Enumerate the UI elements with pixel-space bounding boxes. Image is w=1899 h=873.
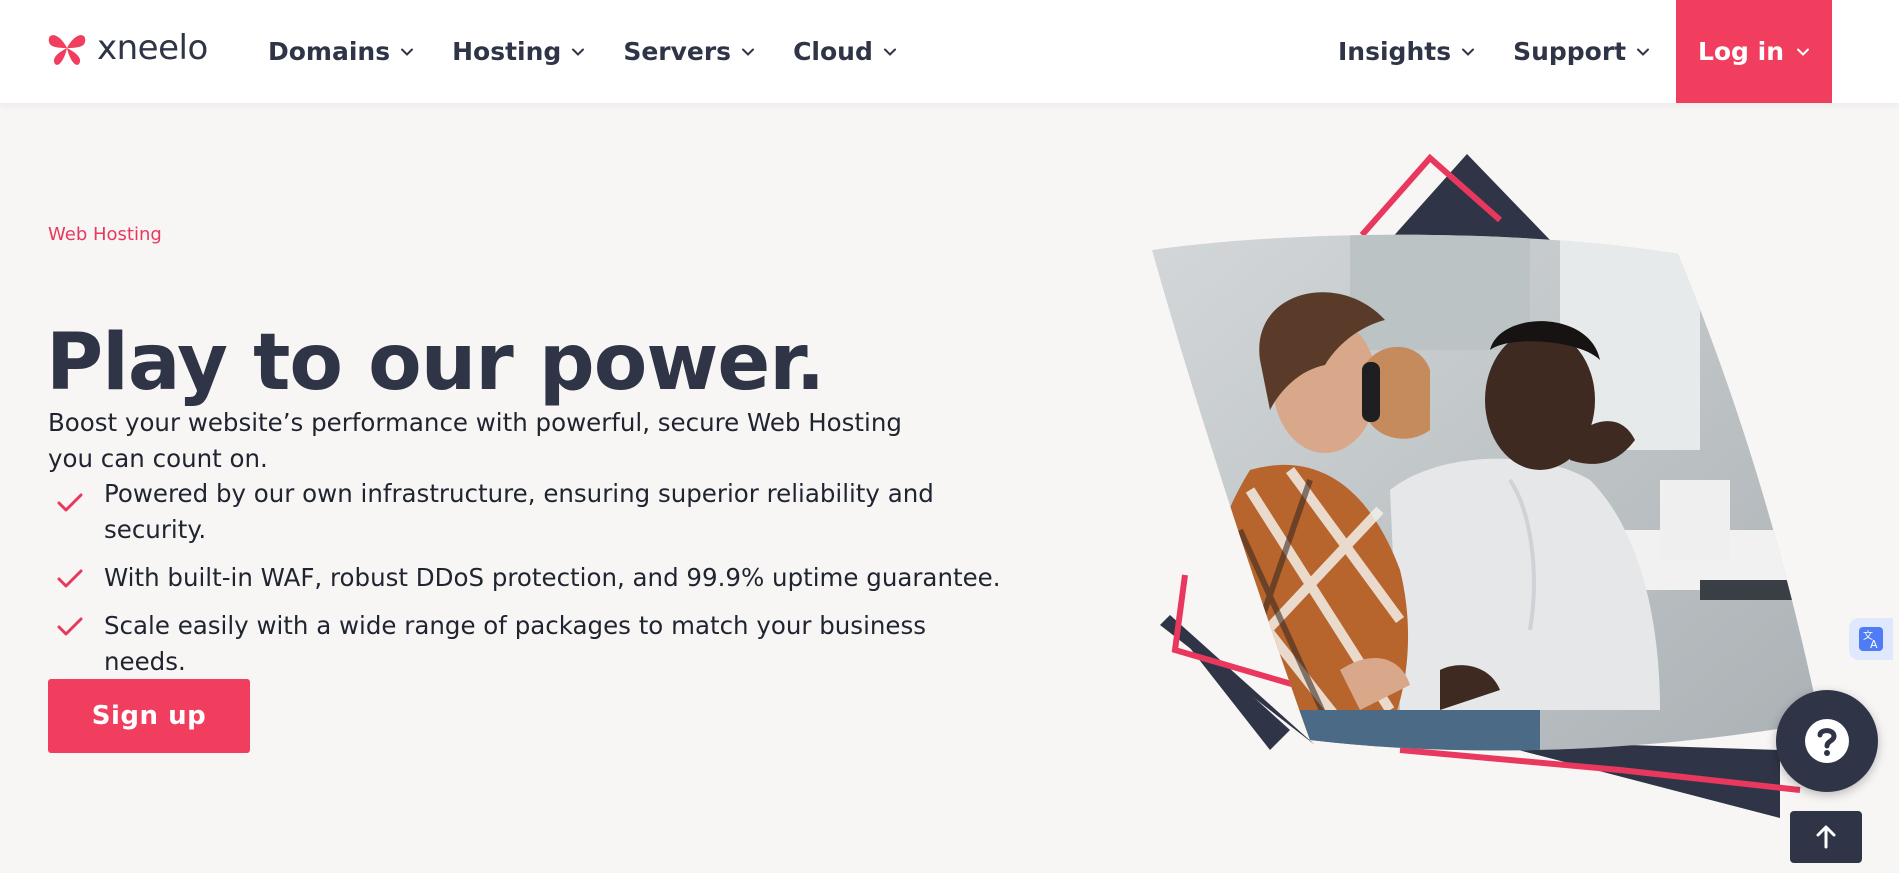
question-mark-icon bbox=[1805, 719, 1849, 763]
check-icon bbox=[57, 493, 83, 512]
help-chat-button[interactable] bbox=[1776, 690, 1878, 792]
hero-subtitle: Boost your website’s performance with po… bbox=[48, 407, 902, 473]
nav-servers[interactable]: Servers bbox=[623, 37, 755, 66]
feature-text: With built-in WAF, robust DDoS protectio… bbox=[104, 563, 1001, 592]
hero-eyebrow: Web Hosting bbox=[48, 224, 162, 245]
hero-photo-composition bbox=[1152, 153, 1820, 818]
nav-servers-label: Servers bbox=[623, 37, 732, 66]
chevron-down-icon bbox=[1637, 48, 1650, 56]
chevron-down-icon bbox=[572, 48, 585, 56]
chevron-down-icon bbox=[401, 48, 414, 56]
feature-item: Powered by our own infrastructure, ensur… bbox=[48, 476, 1008, 548]
hero-headline: Play to our power. bbox=[46, 318, 825, 409]
nav-domains[interactable]: Domains bbox=[268, 37, 414, 66]
arrow-up-icon bbox=[1816, 825, 1836, 849]
nav-hosting[interactable]: Hosting bbox=[452, 37, 585, 66]
xneelo-logo[interactable]: xneelo bbox=[47, 28, 208, 68]
translate-widget-button[interactable]: 文 A bbox=[1849, 618, 1893, 660]
feature-item: Scale easily with a wide range of packag… bbox=[48, 608, 1008, 680]
login-button[interactable]: Log in bbox=[1676, 0, 1832, 103]
check-icon bbox=[57, 569, 83, 588]
check-icon bbox=[57, 617, 83, 636]
nav-domains-label: Domains bbox=[268, 37, 391, 66]
signup-button[interactable]: Sign up bbox=[48, 679, 250, 753]
feature-item: With built-in WAF, robust DDoS protectio… bbox=[48, 560, 1008, 596]
chevron-down-icon bbox=[742, 48, 755, 56]
feature-text: Powered by our own infrastructure, ensur… bbox=[104, 479, 934, 544]
nav-cloud-label: Cloud bbox=[793, 37, 873, 66]
feature-text: Scale easily with a wide range of packag… bbox=[104, 611, 927, 676]
chevron-down-icon bbox=[883, 48, 896, 56]
nav-insights-label: Insights bbox=[1338, 37, 1452, 66]
login-label: Log in bbox=[1697, 37, 1785, 66]
logo-text: xneelo bbox=[97, 28, 208, 68]
feature-list: Powered by our own infrastructure, ensur… bbox=[48, 476, 1008, 692]
nav-cloud[interactable]: Cloud bbox=[793, 37, 897, 66]
chevron-down-icon bbox=[1797, 48, 1810, 56]
nav-support-label: Support bbox=[1513, 37, 1627, 66]
chevron-down-icon bbox=[1462, 48, 1475, 56]
back-to-top-button[interactable] bbox=[1790, 811, 1862, 863]
nav-support[interactable]: Support bbox=[1513, 37, 1650, 66]
svg-text:A: A bbox=[1870, 638, 1878, 651]
secondary-nav: Insights Support bbox=[1338, 0, 1650, 103]
nav-insights[interactable]: Insights bbox=[1338, 37, 1475, 66]
nav-hosting-label: Hosting bbox=[452, 37, 562, 66]
primary-nav: Domains Hosting Servers Cloud bbox=[268, 0, 897, 103]
butterfly-logo-icon bbox=[48, 35, 86, 65]
signup-label: Sign up bbox=[91, 701, 207, 731]
top-navigation-bar: xneelo Domains Hosting Servers Cloud Ins… bbox=[0, 0, 1899, 103]
translate-icon: 文 A bbox=[1859, 627, 1883, 651]
